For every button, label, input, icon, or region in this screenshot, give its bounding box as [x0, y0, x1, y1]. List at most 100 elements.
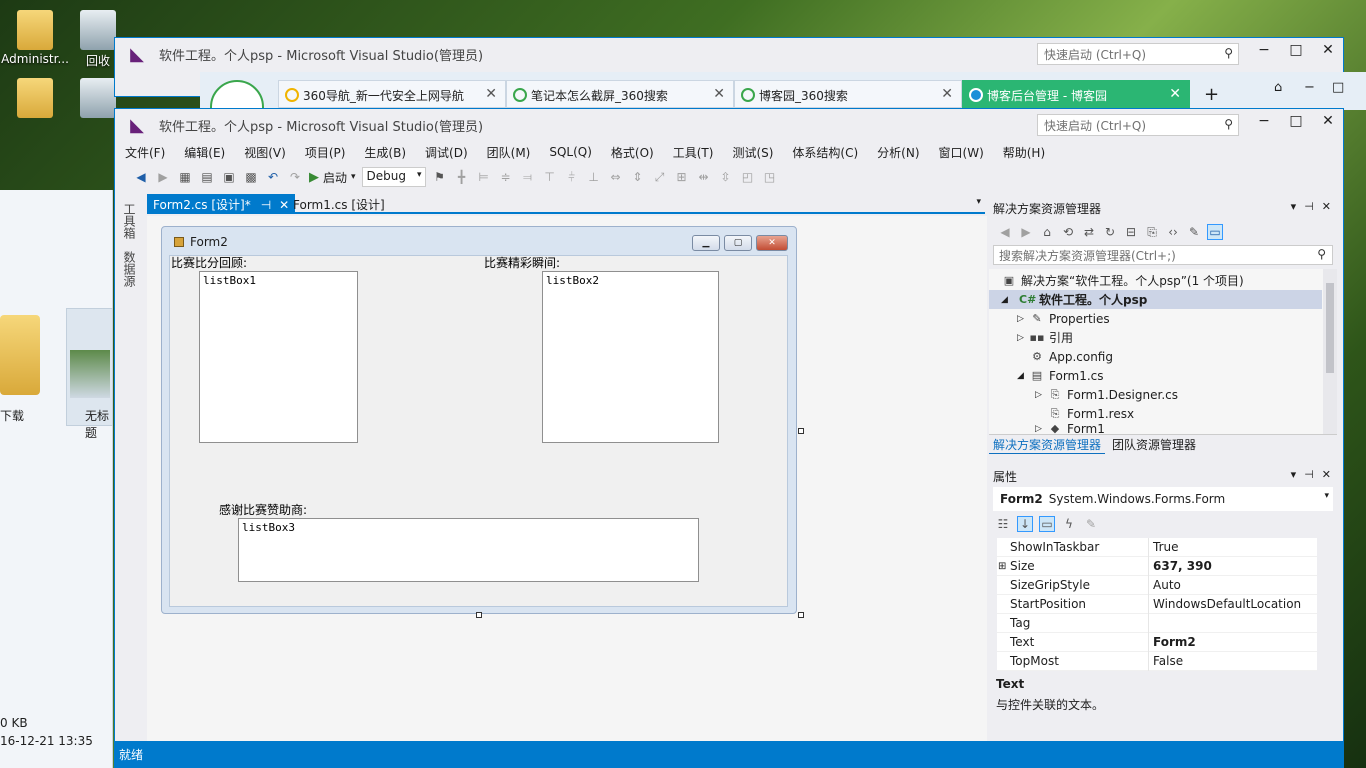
hspace-icon[interactable]: ⇹ [696, 169, 712, 185]
new-tab-button[interactable]: + [1204, 84, 1219, 105]
resize-handle-corner[interactable] [798, 612, 804, 618]
resize-handle-right[interactable] [798, 428, 804, 434]
browser-minimize-button[interactable]: − [1304, 80, 1315, 95]
menu-sql[interactable]: SQL(Q) [549, 145, 592, 159]
tree-item-form1-designer[interactable]: ▷ ⎘ Form1.Designer.cs [1035, 385, 1178, 404]
redo-icon[interactable]: ↷ [287, 169, 303, 185]
same-size-icon[interactable]: ⤢ [652, 169, 668, 185]
form-maximize-button[interactable]: ▢ [724, 235, 752, 251]
tree-item-references[interactable]: ▷ ▪▪ 引用 [1017, 328, 1073, 347]
expand-arrow-icon[interactable]: ▷ [1035, 424, 1047, 434]
align-right-icon[interactable]: ⫤ [520, 169, 536, 185]
tree-item-form1-resx[interactable]: ⎘ Form1.resx [1047, 404, 1135, 423]
history-icon[interactable]: ⟲ [1060, 224, 1076, 240]
new-project-icon[interactable]: ▦ [177, 169, 193, 185]
listbox1[interactable]: listBox1 [199, 271, 358, 443]
same-height-icon[interactable]: ⇕ [630, 169, 646, 185]
align-grid-icon[interactable]: ╋ [454, 169, 470, 185]
expand-arrow-icon[interactable]: ▷ [1035, 390, 1047, 400]
open-file-icon[interactable]: ▤ [199, 169, 215, 185]
close-button[interactable]: ✕ [1313, 42, 1343, 64]
properties-wrench-icon[interactable]: ✎ [1186, 224, 1202, 240]
desktop-icon-admin-2[interactable] [0, 78, 70, 120]
menu-window[interactable]: 窗口(W) [939, 144, 984, 161]
same-width-icon[interactable]: ⇔ [608, 169, 624, 185]
collapse-arrow-icon[interactable]: ◢ [1001, 295, 1013, 305]
form-close-button[interactable]: ✕ [756, 235, 788, 251]
solution-search-input[interactable]: 搜索解决方案资源管理器(Ctrl+;) ⚲ [993, 245, 1333, 265]
tab-solution-explorer[interactable]: 解决方案资源管理器 [989, 436, 1106, 454]
browser-shirt-icon[interactable]: ⌂ [1274, 80, 1282, 95]
alphabetical-icon[interactable]: ↓ [1017, 516, 1033, 532]
menu-view[interactable]: 视图(V) [244, 144, 286, 161]
align-bottom-icon[interactable]: ⊥ [586, 169, 602, 185]
prop-row[interactable]: TopMost False [997, 651, 1317, 671]
menu-test[interactable]: 测试(S) [732, 144, 773, 161]
preview-icon[interactable]: ▭ [1207, 224, 1223, 240]
align-middle-icon[interactable]: ⫩ [564, 169, 580, 185]
tree-scrollbar[interactable] [1323, 269, 1337, 434]
tree-item-properties[interactable]: ▷ ✎ Properties [1017, 309, 1110, 328]
menu-analyze[interactable]: 分析(N) [877, 144, 919, 161]
vspace-icon[interactable]: ⇳ [718, 169, 734, 185]
forward-icon[interactable]: ▶ [155, 169, 171, 185]
tree-item-appconfig[interactable]: ⚙ App.config [1029, 347, 1113, 366]
show-files-icon[interactable]: ⎘ [1144, 224, 1160, 240]
close-icon[interactable]: ✕ [1322, 200, 1331, 213]
listbox2[interactable]: listBox2 [542, 271, 719, 443]
close-button[interactable]: ✕ [1313, 113, 1343, 135]
minimize-button[interactable]: − [1249, 42, 1279, 64]
collapse-icon[interactable]: ⊟ [1123, 224, 1139, 240]
collapse-arrow-icon[interactable]: ◢ [1017, 371, 1029, 381]
categorized-icon[interactable]: ☷ [995, 516, 1011, 532]
prop-row[interactable]: SizeGripStyle Auto [997, 575, 1317, 595]
toolbox-tab[interactable]: 工具箱 [115, 197, 144, 245]
undo-icon[interactable]: ↶ [265, 169, 281, 185]
properties-icon[interactable]: ▭ [1039, 516, 1055, 532]
pin-icon[interactable]: ⊣ [261, 198, 271, 212]
pin-icon[interactable]: ⊣ [1304, 468, 1314, 481]
browser-maximize-button[interactable]: □ [1332, 80, 1344, 95]
view-code-icon[interactable]: ‹› [1165, 224, 1181, 240]
expand-arrow-icon[interactable]: ▷ [1017, 314, 1029, 324]
expand-plus-icon[interactable]: ⊞ [998, 561, 1006, 572]
listbox3[interactable]: listBox3 [238, 518, 699, 582]
prop-row[interactable]: ⊞ Size 637, 390 [997, 556, 1317, 576]
start-debug-button[interactable]: ▶ 启动 ▾ [309, 169, 356, 186]
tab-overflow-icon[interactable]: ▾ [976, 197, 981, 207]
minimize-button[interactable]: − [1249, 113, 1279, 135]
label-highlights[interactable]: 比赛精彩瞬间: [484, 254, 560, 271]
menu-build[interactable]: 生成(B) [364, 144, 406, 161]
quick-launch-input[interactable]: 快速启动 (Ctrl+Q) ⚲ [1037, 114, 1239, 136]
events-icon[interactable]: ϟ [1061, 516, 1077, 532]
maximize-button[interactable]: □ [1281, 42, 1311, 64]
menu-debug[interactable]: 调试(D) [425, 144, 468, 161]
expand-arrow-icon[interactable]: ▷ [1017, 333, 1029, 343]
desktop-icon-recycle-2[interactable] [80, 78, 116, 120]
desktop-icon-admin[interactable]: Administr... [0, 10, 70, 66]
object-selector[interactable]: Form2 System.Windows.Forms.Form ▾ [993, 487, 1333, 511]
back-icon[interactable]: ◀ [133, 169, 149, 185]
resize-handle-bottom[interactable] [476, 612, 482, 618]
save-icon[interactable]: ▣ [221, 169, 237, 185]
tab-form2-design[interactable]: Form2.cs [设计]* ⊣ ✕ [147, 194, 296, 214]
save-all-icon[interactable]: ▩ [243, 169, 259, 185]
browser-tab-2[interactable]: 笔记本怎么截屏_360搜索 ✕ [506, 80, 734, 108]
close-icon[interactable]: ✕ [1322, 468, 1331, 481]
align-center-icon[interactable]: ≑ [498, 169, 514, 185]
send-back-icon[interactable]: ◳ [762, 169, 778, 185]
menu-tools[interactable]: 工具(T) [673, 144, 714, 161]
sync-icon[interactable]: ⇄ [1081, 224, 1097, 240]
menu-edit[interactable]: 编辑(E) [184, 144, 225, 161]
tree-item-solution[interactable]: ▣ 解决方案“软件工程。个人psp”(1 个项目) [1001, 271, 1244, 290]
tab-team-explorer[interactable]: 团队资源管理器 [1108, 436, 1200, 453]
align-top-icon[interactable]: ⊤ [542, 169, 558, 185]
prop-row[interactable]: Text Form2 [997, 632, 1317, 652]
label-sponsors[interactable]: 感谢比赛赞助商: [219, 501, 307, 518]
bring-front-icon[interactable]: ◰ [740, 169, 756, 185]
menu-file[interactable]: 文件(F) [125, 144, 165, 161]
config-select[interactable]: Debug ▾ [361, 167, 426, 187]
tab-form1-design[interactable]: Form1.cs [设计] [287, 194, 391, 214]
explorer-item-label[interactable]: 下载 [0, 407, 24, 424]
form-minimize-button[interactable]: ▁ [692, 235, 720, 251]
